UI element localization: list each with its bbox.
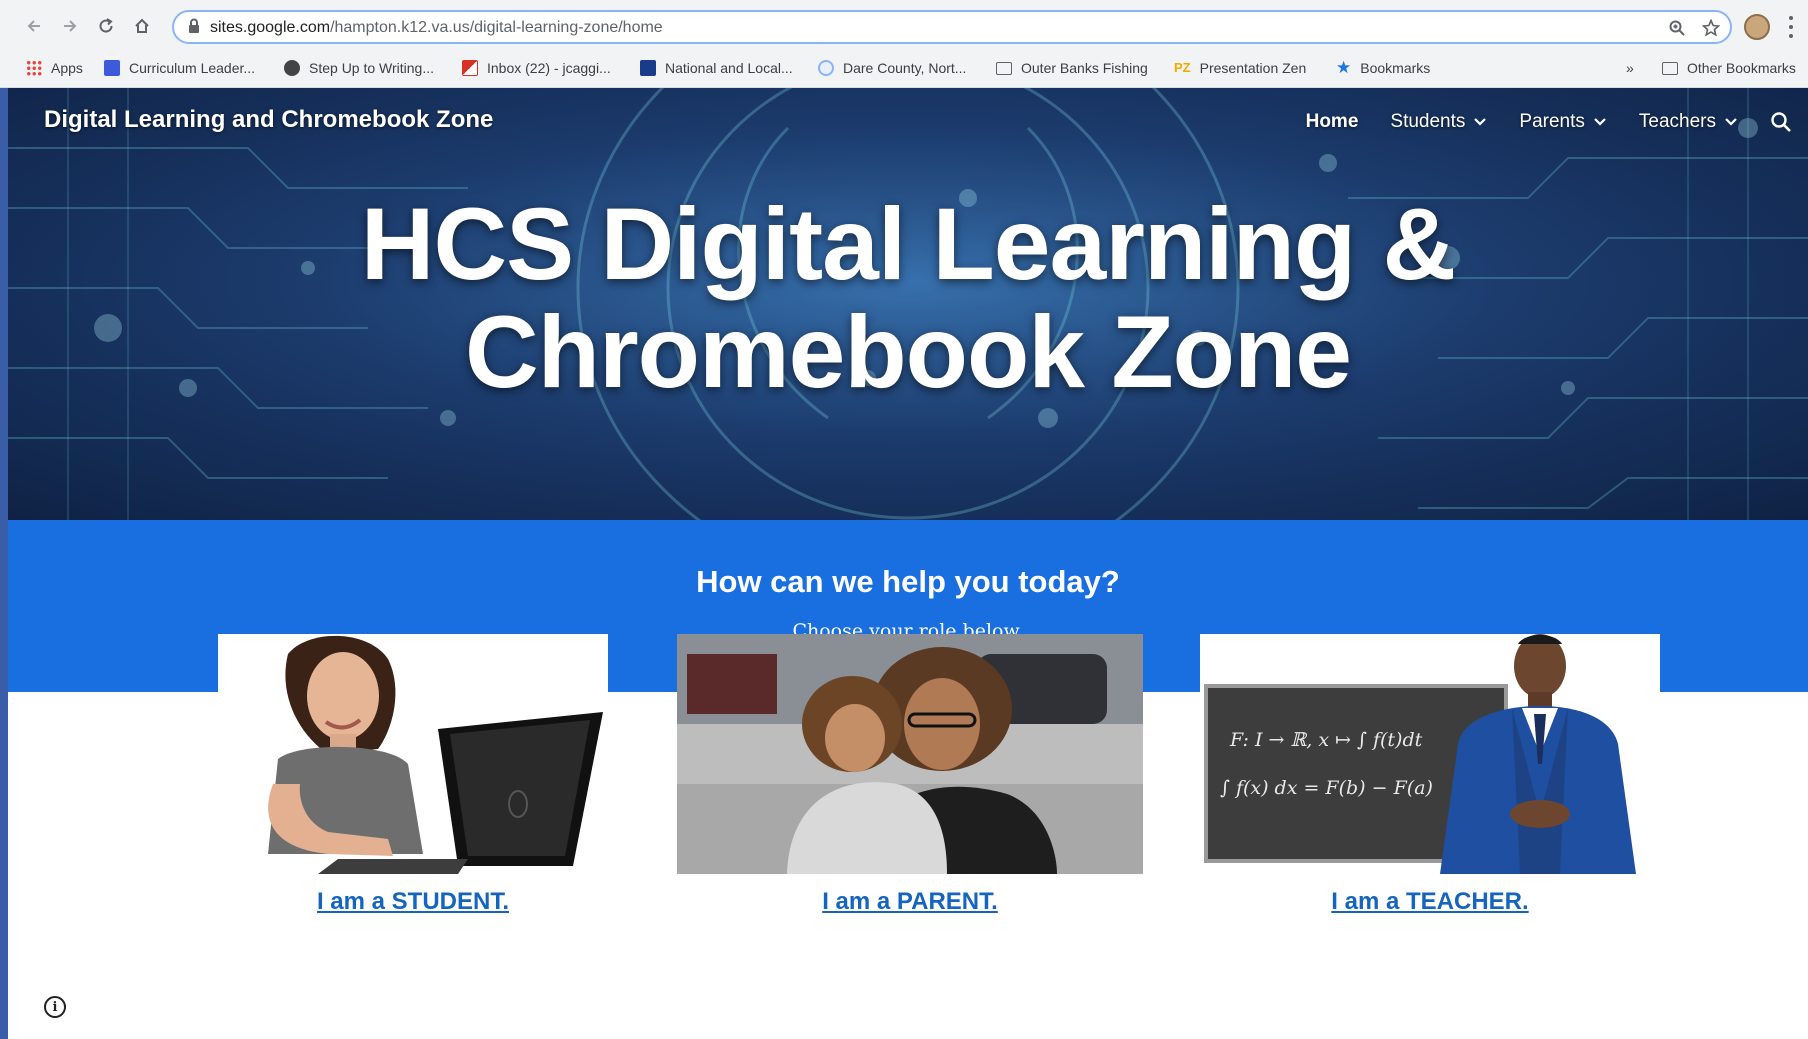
pz-icon: PZ bbox=[1174, 60, 1191, 75]
address-bar[interactable]: sites.google.com/hampton.k12.va.us/digit… bbox=[172, 10, 1732, 44]
student-role-link[interactable]: I am a STUDENT. bbox=[218, 888, 608, 916]
bookmark-label: Outer Banks Fishing bbox=[1021, 60, 1148, 76]
chevron-down-icon bbox=[1594, 118, 1606, 126]
bookmark-label: Inbox (22) - jcaggi... bbox=[487, 60, 611, 76]
folder-icon bbox=[996, 61, 1012, 75]
bookmark-label: Curriculum Leader... bbox=[129, 60, 256, 76]
bookmark-dare-county[interactable]: Dare County, Nort... bbox=[818, 60, 966, 76]
chevron-down-icon bbox=[1725, 118, 1737, 126]
forward-arrow-icon bbox=[64, 20, 77, 32]
reload-button[interactable] bbox=[92, 12, 120, 40]
help-title: How can we help you today? bbox=[696, 564, 1120, 599]
url-path: /hampton.k12.va.us/digital-learning-zone… bbox=[330, 19, 663, 36]
bookmark-apps[interactable]: Apps bbox=[26, 60, 83, 76]
hero-title-line-2: Chromebook Zone bbox=[464, 295, 1352, 409]
overflow-chevron-icon: » bbox=[1626, 60, 1634, 76]
bookmark-bookmarks[interactable]: ★ Bookmarks bbox=[1336, 58, 1431, 77]
back-arrow-icon bbox=[27, 20, 40, 32]
parent-photo[interactable] bbox=[677, 634, 1143, 874]
site-nav: Home Students Parents Teachers bbox=[1306, 106, 1808, 138]
globe-icon bbox=[284, 60, 300, 76]
nav-students[interactable]: Students bbox=[1390, 111, 1487, 133]
url-text: sites.google.com/hampton.k12.va.us/digit… bbox=[210, 19, 663, 37]
hero-banner: Digital Learning and Chromebook Zone Hom… bbox=[8, 88, 1808, 520]
bookmark-label: Step Up to Writing... bbox=[309, 60, 435, 76]
bookmark-label: Bookmarks bbox=[1360, 60, 1431, 76]
nav-home[interactable]: Home bbox=[1306, 111, 1359, 133]
bookmark-outer-banks-fishing[interactable]: Outer Banks Fishing bbox=[996, 60, 1148, 76]
bookmarks-bar: Apps Curriculum Leader... Step Up to Wri… bbox=[0, 52, 1808, 86]
bookmark-label: Apps bbox=[51, 60, 83, 76]
teacher-role-link[interactable]: I am a TEACHER. bbox=[1200, 888, 1660, 916]
chevron-down-icon bbox=[1474, 118, 1487, 126]
chalk-formula-2: ∫ f(x) dx = F(b) − F(a) bbox=[1220, 777, 1433, 799]
profile-avatar[interactable] bbox=[1744, 14, 1770, 40]
folder-icon bbox=[1662, 61, 1678, 75]
browser-menu-icon[interactable] bbox=[1784, 14, 1798, 40]
window-edge bbox=[0, 88, 8, 1039]
site-icon bbox=[104, 60, 120, 76]
apps-grid-icon bbox=[26, 60, 42, 76]
star-icon: ★ bbox=[1336, 58, 1352, 77]
nav-teachers[interactable]: Teachers bbox=[1639, 111, 1738, 133]
teacher-chalkboard-image: F: I → ℝ, x ↦ ∫ f(t)dt ∫ f(x) dx = F(b) … bbox=[1200, 634, 1660, 874]
browser-chrome: sites.google.com/hampton.k12.va.us/digit… bbox=[0, 0, 1808, 88]
back-button[interactable] bbox=[20, 12, 48, 40]
county-seal-icon bbox=[818, 60, 834, 76]
chalk-formula-1: F: I → ℝ, x ↦ ∫ f(t)dt bbox=[1229, 729, 1423, 751]
site-search-button[interactable] bbox=[1770, 111, 1792, 133]
forward-button[interactable] bbox=[56, 12, 84, 40]
nav-label: Parents bbox=[1519, 111, 1585, 132]
site-title[interactable]: Digital Learning and Chromebook Zone bbox=[44, 106, 493, 134]
zoom-icon[interactable] bbox=[1666, 17, 1688, 39]
teacher-photo[interactable]: F: I → ℝ, x ↦ ∫ f(t)dt ∫ f(x) dx = F(b) … bbox=[1200, 634, 1660, 874]
bookmark-label: Dare County, Nort... bbox=[843, 60, 967, 76]
browser-toolbar: sites.google.com/hampton.k12.va.us/digit… bbox=[0, 0, 1808, 52]
nav-label: Students bbox=[1390, 111, 1466, 132]
bookmark-label: Presentation Zen bbox=[1199, 60, 1307, 76]
other-bookmarks-label: Other Bookmarks bbox=[1687, 60, 1796, 76]
bookmarks-overflow-button[interactable]: » bbox=[1626, 60, 1634, 76]
lock-icon bbox=[188, 18, 200, 38]
bookmark-step-up-to-writing[interactable]: Step Up to Writing... bbox=[284, 60, 434, 76]
search-icon bbox=[1771, 112, 1791, 132]
other-bookmarks[interactable]: Other Bookmarks bbox=[1662, 60, 1796, 76]
nav-parents[interactable]: Parents bbox=[1519, 111, 1606, 133]
hero-title: HCS Digital Learning & Chromebook Zone bbox=[8, 190, 1808, 406]
bookmark-inbox[interactable]: Inbox (22) - jcaggi... bbox=[462, 60, 611, 76]
info-icon[interactable]: i bbox=[44, 996, 66, 1018]
parent-child-image bbox=[677, 634, 1143, 874]
url-host: sites.google.com bbox=[210, 19, 331, 36]
bookmark-star-icon[interactable] bbox=[1700, 17, 1722, 39]
weather-icon bbox=[640, 60, 656, 76]
hero-title-line-1: HCS Digital Learning & bbox=[360, 187, 1456, 301]
reload-icon bbox=[99, 18, 113, 33]
student-photo[interactable] bbox=[218, 634, 608, 874]
bookmark-national-and-local[interactable]: National and Local... bbox=[640, 60, 793, 76]
gmail-icon bbox=[462, 60, 478, 76]
nav-label: Teachers bbox=[1638, 111, 1716, 132]
home-button[interactable] bbox=[128, 12, 156, 40]
bookmark-presentation-zen[interactable]: PZ Presentation Zen bbox=[1174, 60, 1306, 76]
nav-label: Home bbox=[1305, 111, 1359, 132]
bookmark-label: National and Local... bbox=[665, 60, 793, 76]
student-laptop-image bbox=[218, 634, 608, 874]
home-icon bbox=[135, 18, 149, 33]
bookmark-curriculum-leader[interactable]: Curriculum Leader... bbox=[104, 60, 255, 76]
parent-role-link[interactable]: I am a PARENT. bbox=[677, 888, 1143, 916]
